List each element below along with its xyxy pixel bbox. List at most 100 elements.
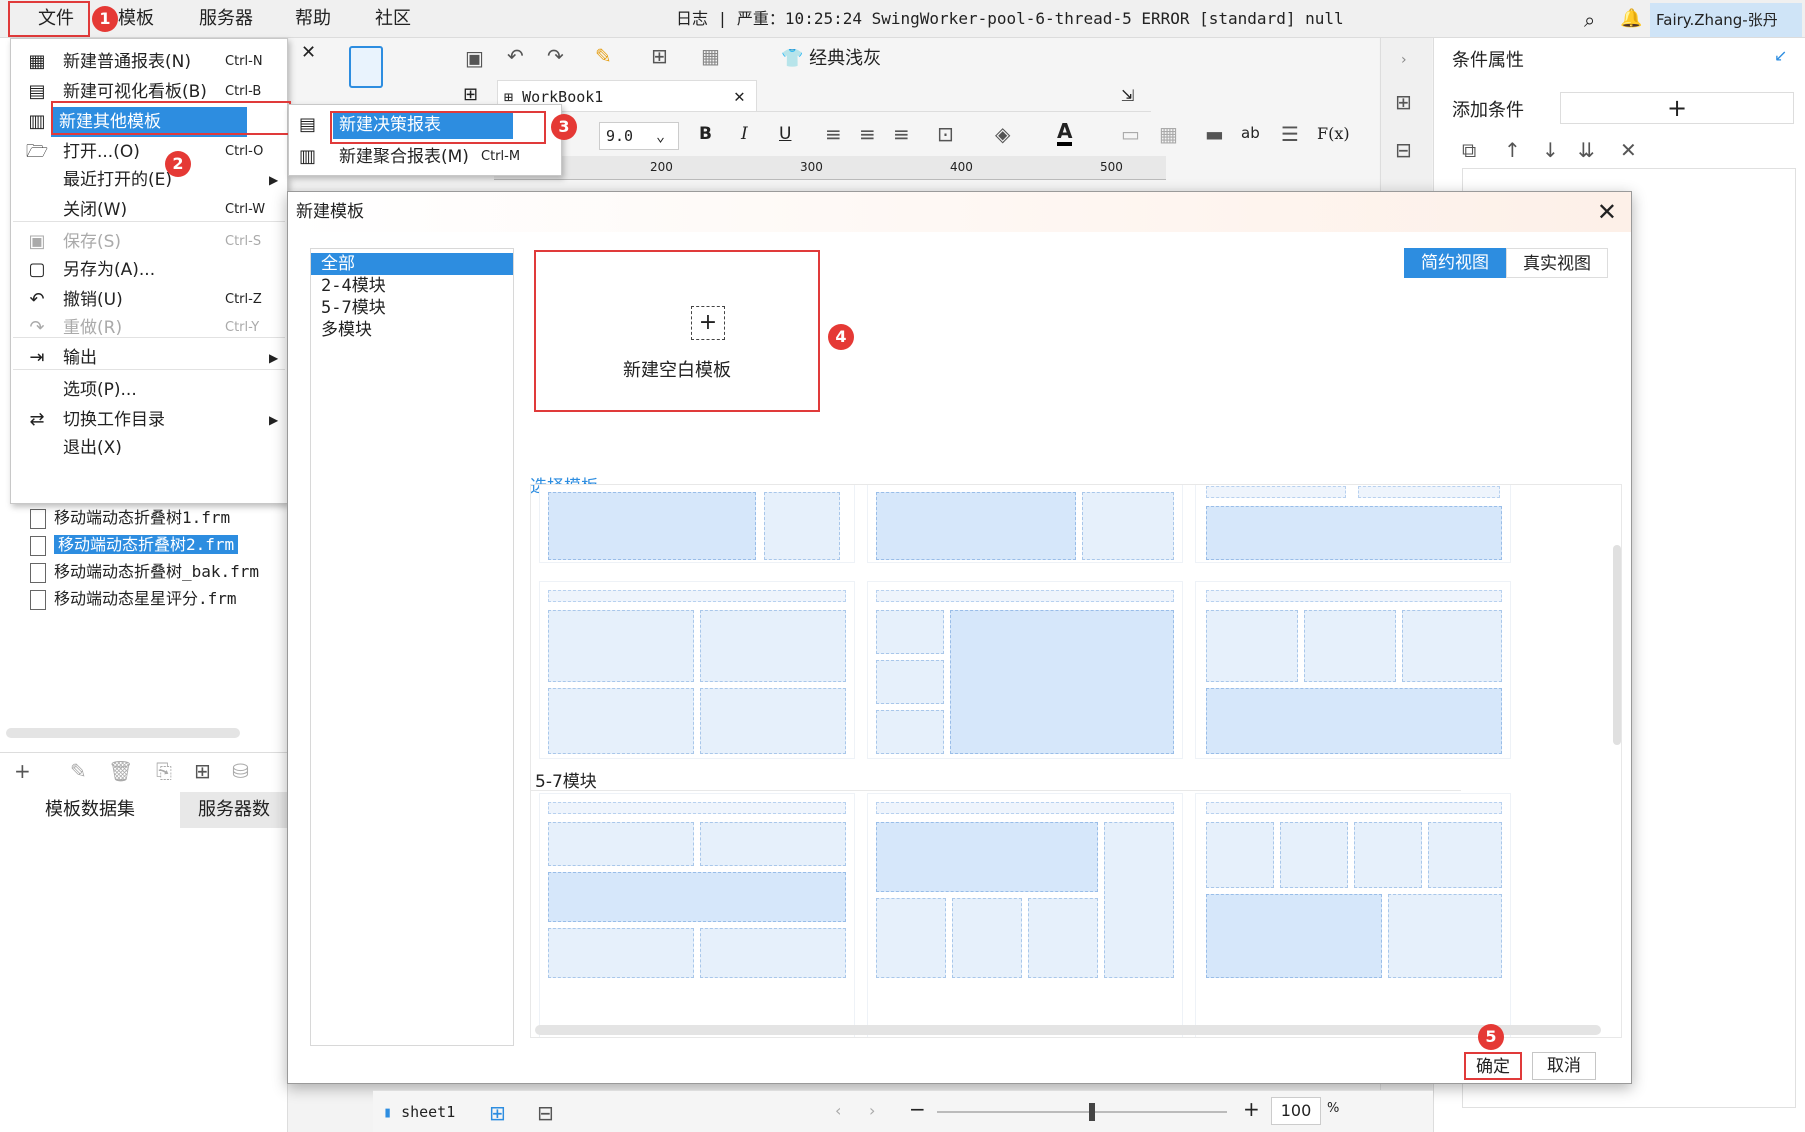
fill-color-icon[interactable]: ◈: [995, 122, 1010, 146]
search-icon[interactable]: ⌕: [1584, 8, 1595, 32]
pin-icon[interactable]: ↙: [1774, 46, 1787, 65]
zoom-slider-handle[interactable]: [1089, 1103, 1095, 1121]
template-card[interactable]: [1195, 485, 1511, 563]
formula-icon[interactable]: F(x): [1317, 124, 1350, 143]
menu-item-save[interactable]: ▣ 保存(S) Ctrl-S: [11, 227, 287, 257]
undo-icon[interactable]: ↶: [507, 44, 524, 68]
redo-icon[interactable]: ↷: [547, 44, 564, 68]
text-icon[interactable]: ab: [1241, 124, 1260, 142]
file-item-selected[interactable]: 移动端动态折叠树2.frm: [30, 532, 239, 558]
align-center-icon[interactable]: ≡: [859, 122, 876, 146]
zoom-in-button[interactable]: +: [1243, 1097, 1260, 1121]
template-card[interactable]: [1195, 793, 1511, 1037]
menu-item-switch-workdir[interactable]: ⇄ 切换工作目录 ▶: [11, 405, 287, 435]
menu-help[interactable]: 帮助: [280, 0, 346, 38]
sheet-tab[interactable]: ▮ sheet1: [383, 1103, 455, 1121]
template-card[interactable]: [867, 793, 1183, 1037]
category-all[interactable]: 全部: [311, 253, 513, 275]
delete-icon[interactable]: ✕: [1620, 138, 1637, 162]
edit-icon[interactable]: ✎: [70, 759, 87, 783]
category-multi[interactable]: 多模块: [311, 319, 513, 341]
trash-icon[interactable]: 🗑: [108, 759, 133, 783]
file-item[interactable]: 移动端动态折叠树1.frm: [30, 505, 230, 531]
preview-icon[interactable]: ⎘: [156, 759, 172, 783]
template-card[interactable]: [867, 485, 1183, 563]
template-card[interactable]: [539, 485, 855, 563]
vertical-scrollbar[interactable]: [1613, 545, 1621, 745]
ok-button[interactable]: 确定: [1464, 1052, 1522, 1080]
tab-template-dataset[interactable]: 模板数据集: [0, 792, 180, 828]
menu-item-new-aggregate-report[interactable]: ▥ 新建聚合报表(M) Ctrl-M: [289, 141, 561, 173]
tab-server-dataset[interactable]: 服务器数: [180, 792, 288, 828]
align-left-icon[interactable]: ≡: [825, 122, 842, 146]
database-icon[interactable]: ⛁: [232, 759, 249, 783]
dataset-edit-icon[interactable]: ⊞: [194, 759, 211, 783]
close-icon[interactable]: ✕: [734, 81, 745, 113]
preview-icon[interactable]: ⊞: [651, 44, 668, 68]
menu-item-recent[interactable]: 最近打开的(E) ▶: [11, 165, 287, 195]
view-simple-button[interactable]: 简约视图: [1404, 248, 1506, 278]
bell-icon[interactable]: 🔔: [1620, 8, 1642, 29]
file-item[interactable]: 移动端动态折叠树_bak.frm: [30, 559, 259, 585]
style-selector[interactable]: 👕 经典浅灰: [781, 44, 881, 70]
menu-item-save-as[interactable]: ▢ 另存为(A)...: [11, 255, 287, 285]
menu-item-undo[interactable]: ↶ 撤销(U) Ctrl-Z: [11, 285, 287, 315]
sort-icon[interactable]: ⇊: [1578, 138, 1595, 162]
report-icon[interactable]: [349, 46, 383, 88]
zoom-out-button[interactable]: −: [909, 1097, 926, 1121]
menu-community[interactable]: 社区: [360, 0, 426, 38]
wrap-icon[interactable]: ☰: [1281, 122, 1299, 146]
cell-property-icon[interactable]: ⊞: [1395, 90, 1412, 114]
underline-button[interactable]: U: [779, 124, 791, 144]
align-right-icon[interactable]: ≡: [893, 122, 910, 146]
menu-item-redo[interactable]: ↷ 重做(R) Ctrl-Y: [11, 313, 287, 343]
menu-item-new-report[interactable]: ▦ 新建普通报表(N) Ctrl-N: [11, 47, 287, 77]
new-blank-template-card[interactable]: + 新建空白模板: [534, 250, 820, 412]
font-color-icon[interactable]: A: [1057, 120, 1073, 146]
tab-menu-icon[interactable]: ⇲: [1121, 86, 1134, 105]
prev-icon[interactable]: ‹: [835, 1101, 841, 1120]
add-condition-button[interactable]: +: [1560, 92, 1794, 124]
menu-item-exit[interactable]: 退出(X): [11, 433, 287, 463]
brush-icon[interactable]: ✎: [595, 44, 612, 68]
condition-property-icon[interactable]: ⊟: [1395, 138, 1412, 162]
file-item[interactable]: 移动端动态星星评分.frm: [30, 586, 237, 612]
zoom-input[interactable]: 100: [1271, 1097, 1321, 1125]
collapse-icon[interactable]: ✕: [301, 42, 316, 63]
add-report-icon[interactable]: ⊟: [537, 1101, 554, 1125]
view-real-button[interactable]: 真实视图: [1506, 248, 1608, 278]
menu-server[interactable]: 服务器: [186, 0, 266, 38]
zoom-slider[interactable]: [937, 1111, 1227, 1113]
template-card[interactable]: [539, 793, 855, 1037]
move-up-icon[interactable]: ↑: [1504, 138, 1521, 162]
insert-row-icon[interactable]: ▬: [1205, 122, 1224, 146]
close-icon[interactable]: ✕: [1597, 198, 1617, 226]
next-icon[interactable]: ›: [869, 1101, 875, 1120]
template-card[interactable]: [867, 581, 1183, 759]
menu-item-open[interactable]: 🗁 打开...(O) Ctrl-O: [11, 137, 287, 167]
chevron-right-icon[interactable]: ›: [1401, 52, 1407, 68]
copy-icon[interactable]: ⧉: [1462, 138, 1476, 162]
horizontal-scrollbar[interactable]: [6, 728, 240, 738]
category-2-4[interactable]: 2-4模块: [311, 275, 513, 297]
save-icon[interactable]: ▣: [465, 46, 484, 70]
border-icon[interactable]: ⊡: [937, 122, 954, 146]
category-5-7[interactable]: 5-7模块: [311, 297, 513, 319]
font-size-select[interactable]: 9.0 ⌄: [599, 122, 679, 150]
image-icon[interactable]: ▦: [701, 44, 720, 68]
unmerge-icon[interactable]: ▦: [1159, 122, 1178, 146]
move-down-icon[interactable]: ↓: [1542, 138, 1559, 162]
template-card[interactable]: [539, 581, 855, 759]
menu-item-options[interactable]: 选项(P)...: [11, 375, 287, 405]
italic-button[interactable]: I: [741, 124, 748, 144]
user-name[interactable]: Fairy.Zhang-张丹: [1650, 3, 1802, 37]
template-card[interactable]: [1195, 581, 1511, 759]
add-sheet-icon[interactable]: ⊞: [489, 1101, 506, 1125]
log-bar[interactable]: 日志 | 严重：10:25:24 SwingWorker-pool-6-thre…: [676, 0, 1344, 38]
grid-icon[interactable]: ⊞: [463, 84, 478, 105]
bold-button[interactable]: B: [699, 124, 712, 144]
horizontal-scrollbar[interactable]: [535, 1025, 1601, 1035]
merge-icon[interactable]: ▭: [1121, 122, 1140, 146]
cancel-button[interactable]: 取消: [1532, 1052, 1596, 1080]
add-icon[interactable]: +: [14, 759, 31, 783]
